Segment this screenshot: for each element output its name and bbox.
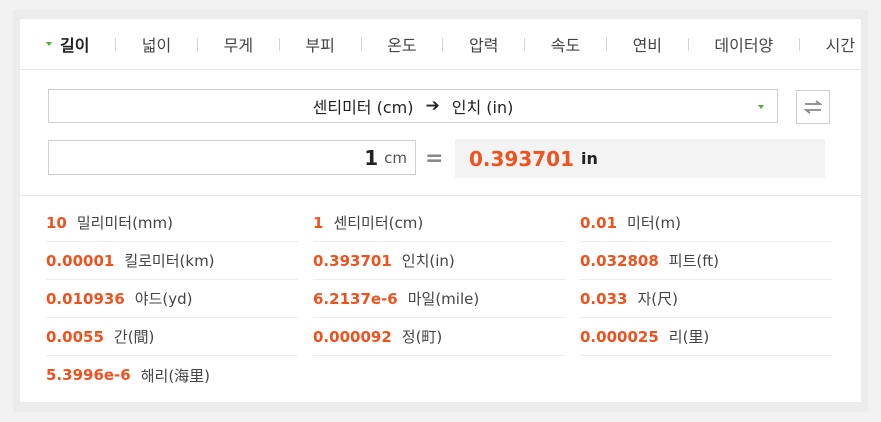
tab-area[interactable]: 넓이 bbox=[142, 32, 171, 56]
list-row: 0.0055 간(間) 0.000092 정(町) 0.000025 리(里) bbox=[46, 318, 836, 356]
result-unit: in bbox=[581, 149, 598, 168]
list-item: 0.000092 정(町) bbox=[313, 318, 565, 356]
tab-label: 시간 bbox=[825, 36, 856, 55]
list-item: 0.393701 인치(in) bbox=[313, 242, 565, 280]
item-unit: 피트(ft) bbox=[668, 252, 719, 270]
tab-divider bbox=[442, 37, 444, 51]
list-item: 6.2137e-6 마일(mile) bbox=[313, 280, 565, 318]
result-value: 0.393701 bbox=[469, 146, 575, 171]
item-value: 0.00001 bbox=[46, 251, 115, 270]
item-value: 0.000092 bbox=[313, 327, 392, 346]
item-value: 0.01 bbox=[580, 213, 618, 232]
item-unit: 킬로미터(km) bbox=[124, 252, 215, 270]
to-unit-label: 인치 (in) bbox=[451, 98, 514, 117]
tab-length[interactable]: 길이 bbox=[46, 32, 89, 56]
tab-label: 데이터양 bbox=[714, 36, 774, 55]
list-item: 0.010936 야드(yd) bbox=[46, 280, 298, 318]
tab-divider bbox=[524, 37, 526, 51]
list-item: 10 밀리미터(mm) bbox=[46, 204, 298, 242]
item-unit: 미터(m) bbox=[627, 214, 681, 232]
item-unit: 간(間) bbox=[113, 328, 155, 346]
item-value: 0.032808 bbox=[580, 251, 659, 270]
tab-volume[interactable]: 부피 bbox=[305, 32, 334, 56]
item-value: 0.010936 bbox=[46, 289, 125, 308]
unit-pair-select[interactable]: 센티미터 (cm) ➔ 인치 (in) bbox=[48, 89, 778, 123]
item-value: 0.000025 bbox=[580, 327, 659, 346]
item-value: 10 bbox=[46, 213, 67, 232]
tab-label: 무게 bbox=[223, 36, 254, 55]
list-item: 5.3996e-6 해리(海里) bbox=[46, 356, 298, 394]
list-item: 0.000025 리(里) bbox=[580, 318, 832, 356]
result-box: 0.393701 in bbox=[455, 139, 825, 178]
list-row: 0.00001 킬로미터(km) 0.393701 인치(in) 0.032808 피… bbox=[46, 242, 836, 280]
item-value: 0.033 bbox=[580, 289, 628, 308]
list-item: 0.0055 간(間) bbox=[46, 318, 298, 356]
tab-data-size[interactable]: 데이터양 bbox=[714, 32, 773, 56]
active-caret-icon bbox=[46, 42, 52, 46]
item-unit: 야드(yd) bbox=[134, 290, 193, 308]
tab-divider bbox=[196, 37, 198, 51]
value-input[interactable]: 1 cm bbox=[48, 140, 416, 175]
list-item: 0.032808 피트(ft) bbox=[580, 242, 832, 280]
tab-divider bbox=[115, 37, 117, 51]
from-unit-label: 센티미터 (cm) bbox=[312, 98, 414, 117]
item-unit: 리(里) bbox=[668, 328, 710, 346]
item-value: 1 bbox=[313, 213, 324, 232]
tab-label: 부피 bbox=[305, 36, 335, 55]
item-value: 5.3996e-6 bbox=[46, 366, 131, 384]
tab-divider bbox=[687, 37, 689, 51]
unit-converter-card: 길이 넓이 무게 부피 온도 압력 속도 연비 데이터양 시간 센티미터 (cm… bbox=[20, 19, 861, 402]
tab-pressure[interactable]: 압력 bbox=[469, 32, 498, 56]
tab-divider bbox=[798, 37, 800, 51]
input-value: 1 bbox=[364, 145, 379, 170]
list-item: 0.01 미터(m) bbox=[580, 204, 832, 242]
swap-icon bbox=[804, 100, 822, 114]
tab-label: 길이 bbox=[60, 36, 90, 55]
tab-label: 넓이 bbox=[141, 36, 172, 55]
conversion-list: 10 밀리미터(mm) 1 센티미터(cm) 0.01 미터(m) 0.00001 킬로… bbox=[46, 204, 836, 394]
item-unit: 정(町) bbox=[401, 328, 443, 346]
tab-fuel-economy[interactable]: 연비 bbox=[633, 32, 662, 56]
item-value: 0.393701 bbox=[313, 251, 392, 270]
item-unit: 인치(in) bbox=[401, 252, 455, 270]
item-value: 6.2137e-6 bbox=[313, 289, 398, 308]
equals-sign: = bbox=[425, 146, 444, 171]
list-row: 10 밀리미터(mm) 1 센티미터(cm) 0.01 미터(m) bbox=[46, 204, 836, 242]
list-item: 0.00001 킬로미터(km) bbox=[46, 242, 298, 280]
tab-label: 압력 bbox=[468, 36, 499, 55]
chevron-down-icon bbox=[758, 105, 764, 109]
swap-units-button[interactable] bbox=[796, 90, 830, 124]
tab-time[interactable]: 시간 bbox=[826, 32, 855, 56]
list-row: 0.010936 야드(yd) 6.2137e-6 마일(mile) 0.033 자(… bbox=[46, 280, 836, 318]
tab-divider bbox=[605, 37, 607, 51]
tab-weight[interactable]: 무게 bbox=[224, 32, 253, 56]
item-unit: 밀리미터(mm) bbox=[76, 214, 174, 232]
tab-temperature[interactable]: 온도 bbox=[387, 32, 416, 56]
tab-divider bbox=[360, 37, 362, 51]
tab-label: 연비 bbox=[632, 36, 663, 55]
list-row: 5.3996e-6 해리(海里) bbox=[46, 356, 836, 394]
item-unit: 자(尺) bbox=[637, 290, 678, 308]
category-tabs: 길이 넓이 무게 부피 온도 압력 속도 연비 데이터양 시간 bbox=[20, 19, 861, 70]
list-item: 1 센티미터(cm) bbox=[313, 204, 565, 242]
converter-panel: 센티미터 (cm) ➔ 인치 (in) 1 cm = 0.393701 in bbox=[20, 70, 861, 196]
item-unit: 마일(mile) bbox=[407, 290, 480, 308]
tab-divider bbox=[278, 37, 280, 51]
list-item: 0.033 자(尺) bbox=[580, 280, 832, 318]
arrow-right-icon: ➔ bbox=[425, 96, 440, 116]
item-unit: 센티미터(cm) bbox=[333, 214, 424, 232]
input-unit: cm bbox=[384, 148, 407, 167]
tab-speed[interactable]: 속도 bbox=[551, 32, 580, 56]
tab-label: 속도 bbox=[550, 36, 581, 55]
item-unit: 해리(海里) bbox=[140, 366, 211, 385]
item-value: 0.0055 bbox=[46, 327, 104, 346]
tab-label: 온도 bbox=[387, 36, 417, 55]
